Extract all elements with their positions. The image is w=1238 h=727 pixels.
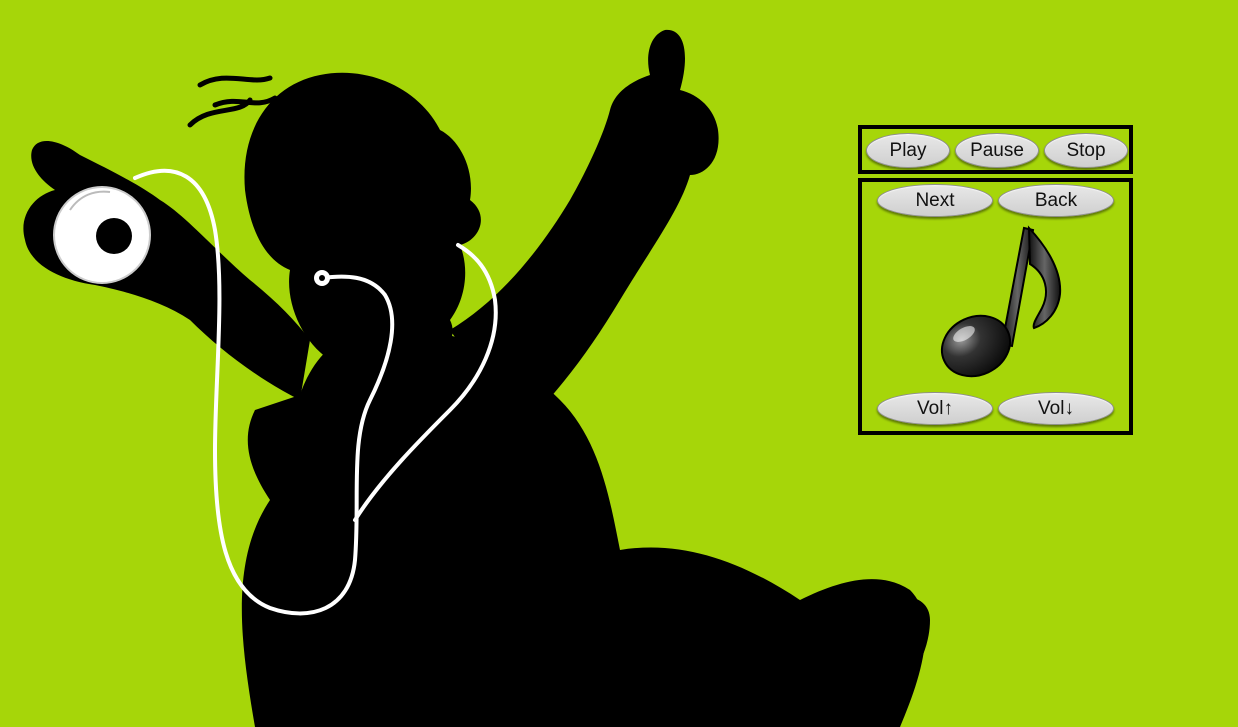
back-button[interactable]: Back [998, 184, 1114, 217]
controls-panel: Next Back Vol↑ Vol↓ [858, 178, 1133, 435]
pause-button[interactable]: Pause [955, 133, 1039, 168]
page: Play Pause Stop Next Back Vol↑ Vol↓ [0, 0, 1238, 727]
play-button[interactable]: Play [866, 133, 950, 168]
next-button[interactable]: Next [877, 184, 993, 217]
music-player-widget: Play Pause Stop Next Back Vol↑ Vol↓ [858, 125, 1133, 435]
transport-panel: Play Pause Stop [858, 125, 1133, 174]
stop-button[interactable]: Stop [1044, 133, 1128, 168]
music-note-icon [940, 225, 1062, 378]
volume-up-button[interactable]: Vol↑ [877, 392, 993, 425]
volume-down-button[interactable]: Vol↓ [998, 392, 1114, 425]
